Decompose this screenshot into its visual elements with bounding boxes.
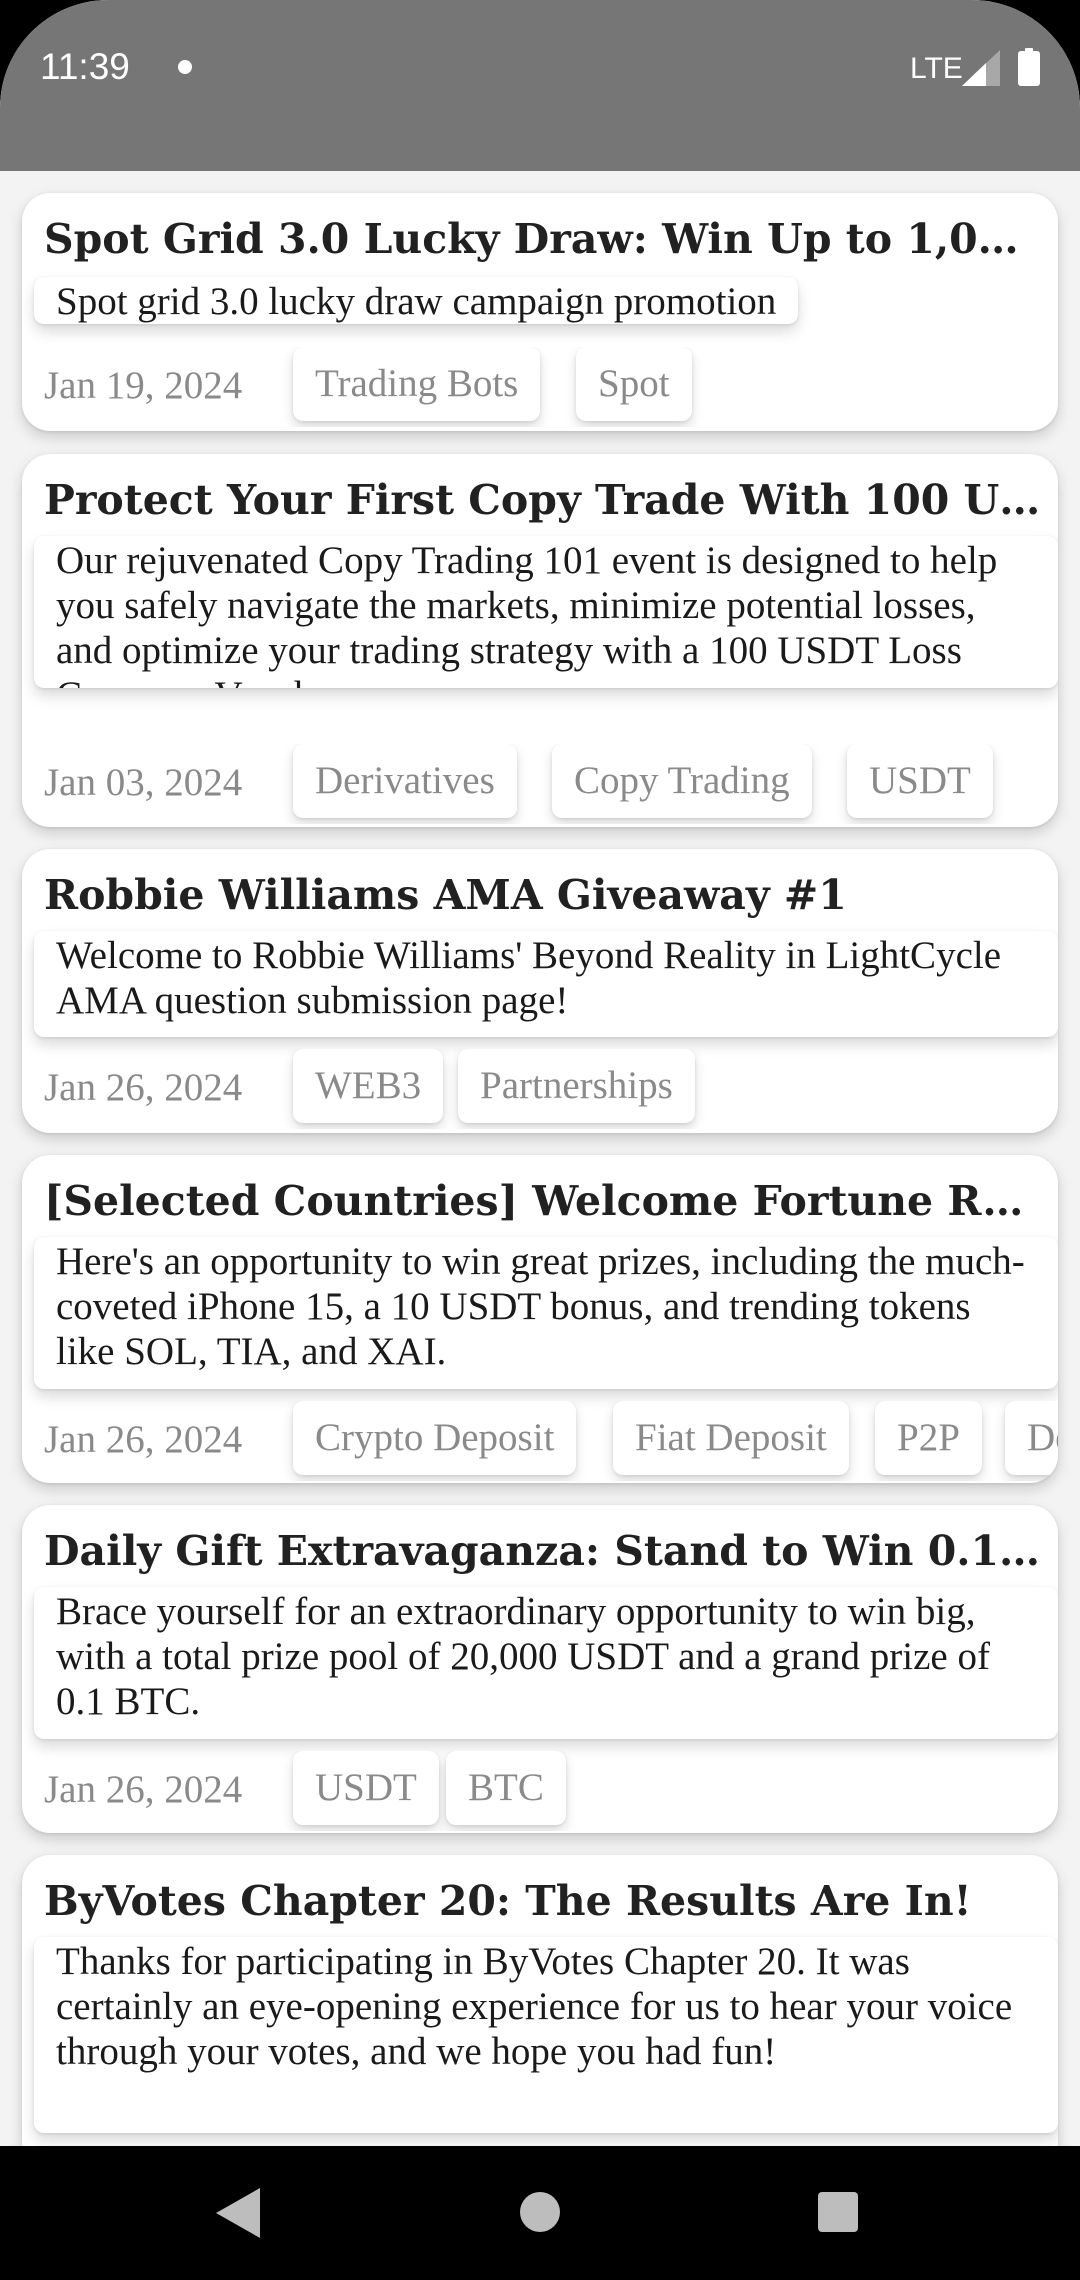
- promotion-feed[interactable]: Spot Grid 3.0 Lucky Draw: Win Up to 1,00…: [0, 171, 1080, 2146]
- card-title: Robbie Williams AMA Giveaway #1: [44, 871, 847, 919]
- tag-chip[interactable]: WEB3: [293, 1049, 444, 1123]
- network-type-label: LTE: [910, 52, 963, 85]
- home-icon[interactable]: [520, 2192, 560, 2232]
- status-time: 11:39: [40, 46, 130, 87]
- battery-icon: [1018, 48, 1040, 86]
- status-bar: 11:39 LTE: [0, 0, 1080, 171]
- card-description: Spot grid 3.0 lucky draw campaign promot…: [34, 277, 799, 324]
- notification-dot-icon: [178, 60, 192, 74]
- card-title: Spot Grid 3.0 Lucky Draw: Win Up to 1,00…: [44, 215, 1044, 263]
- tag-chip[interactable]: Trading Bots: [293, 347, 541, 421]
- tag-chip[interactable]: BTC: [446, 1751, 566, 1825]
- card-meta: Jan 19, 2024 Trading Bots Spot: [22, 347, 1058, 427]
- card-date: Jan 19, 2024: [44, 364, 243, 407]
- tag-chip[interactable]: Spot: [576, 347, 692, 421]
- promotion-card[interactable]: Spot Grid 3.0 Lucky Draw: Win Up to 1,00…: [22, 193, 1058, 431]
- tag-chip[interactable]: USDT: [847, 744, 993, 818]
- tag-chip[interactable]: Fiat Deposit: [613, 1401, 849, 1475]
- card-meta: Jan 26, 2024 WEB3 Partnerships: [22, 1049, 1058, 1129]
- tag-chip[interactable]: Derivatives: [293, 744, 517, 818]
- tag-chip[interactable]: Crypto Deposit: [293, 1401, 577, 1475]
- card-meta: Jan 26, 2024 Crypto Deposit Fiat Deposit…: [22, 1401, 1058, 1481]
- card-title: Daily Gift Extravaganza: Stand to Win 0.…: [44, 1527, 1044, 1575]
- promotion-card[interactable]: Robbie Williams AMA Giveaway #1 Welcome …: [22, 849, 1058, 1133]
- card-date: Jan 26, 2024: [44, 1768, 243, 1811]
- tag-chip[interactable]: Copy Trading: [552, 744, 812, 818]
- card-description: Our rejuvenated Copy Trading 101 event i…: [34, 536, 1058, 688]
- promotion-card[interactable]: Protect Your First Copy Trade With 100 U…: [22, 454, 1058, 827]
- card-date: Jan 26, 2024: [44, 1418, 243, 1461]
- card-title: Protect Your First Copy Trade With 100 U…: [44, 476, 1044, 524]
- card-description: Here's an opportunity to win great prize…: [34, 1237, 1058, 1389]
- promotion-card[interactable]: ByVotes Chapter 20: The Results Are In! …: [22, 1855, 1058, 2146]
- card-date: Jan 26, 2024: [44, 1066, 243, 1109]
- card-date: Jan 03, 2024: [44, 761, 243, 804]
- recents-icon[interactable]: [818, 2192, 858, 2232]
- tag-chip[interactable]: Deposit: [1005, 1401, 1058, 1475]
- card-meta: Jan 03, 2024 Derivatives Copy Trading US…: [22, 744, 1058, 824]
- back-icon[interactable]: [216, 2188, 260, 2238]
- tag-chip[interactable]: USDT: [293, 1751, 439, 1825]
- card-description: Thanks for participating in ByVotes Chap…: [34, 1937, 1058, 2133]
- card-description: Brace yourself for an extraordinary oppo…: [34, 1587, 1058, 1739]
- promotion-card[interactable]: [Selected Countries] Welcome Fortune Raf…: [22, 1155, 1058, 1483]
- tag-chip[interactable]: P2P: [875, 1401, 982, 1475]
- card-title: [Selected Countries] Welcome Fortune Raf…: [44, 1177, 1044, 1225]
- navigation-bar: [0, 2146, 1080, 2280]
- tag-chip[interactable]: Partnerships: [458, 1049, 695, 1123]
- card-meta: Jan 26, 2024 USDT BTC: [22, 1751, 1058, 1831]
- phone-screen: 11:39 LTE Spot Grid 3.0 Lucky Draw: Win …: [0, 0, 1080, 2280]
- promotion-card[interactable]: Daily Gift Extravaganza: Stand to Win 0.…: [22, 1505, 1058, 1833]
- card-description: Welcome to Robbie Williams' Beyond Reali…: [34, 931, 1058, 1037]
- signal-icon: [962, 50, 1000, 86]
- card-title: ByVotes Chapter 20: The Results Are In!: [44, 1877, 972, 1925]
